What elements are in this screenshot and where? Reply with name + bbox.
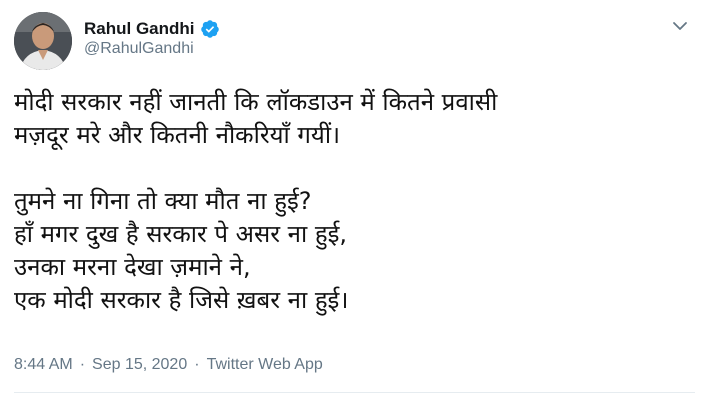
meta-separator: · [79,356,86,373]
tweet-line: उनका मरना देखा ज़माने ने, [14,253,251,281]
tweet-time-link[interactable]: 8:44 AM [14,356,73,374]
meta-separator: · [194,356,200,373]
tweet-date-link[interactable]: Sep 15, 2020 [92,356,187,374]
avatar-image [14,12,72,70]
author-name-row[interactable]: Rahul Gandhi [84,18,220,40]
tweet-line: मज़दूर मरे और कितनी नौकरियाँ गयीं। [14,121,341,149]
verified-badge-icon [200,19,220,39]
avatar[interactable] [14,12,72,70]
tweet-line: एक मोदी सरकार है जिसे ख़बर ना हुई। [14,286,349,314]
chevron-down-icon[interactable] [671,17,689,35]
tweet-card: Rahul Gandhi @RahulGandhi मोदी सरकार नही… [0,0,709,400]
tweet-line: तुमने ना गिना तो क्या मौत ना हुई? [14,187,312,215]
tweet-metadata: 8:44 AM · Sep 15, 2020 · Twitter Web App [14,356,323,374]
author-display-name[interactable]: Rahul Gandhi [84,19,195,39]
tweet-body: मोदी सरकार नहीं जानती कि लॉकडाउन में कित… [14,86,694,317]
tweet-source-link[interactable]: Twitter Web App [207,356,323,374]
tweet-line: हाँ मगर दुख है सरकार पे असर ना हुई, [14,220,347,248]
author-handle[interactable]: @RahulGandhi [84,40,194,58]
divider [14,392,695,393]
tweet-line: मोदी सरकार नहीं जानती कि लॉकडाउन में कित… [14,88,498,116]
